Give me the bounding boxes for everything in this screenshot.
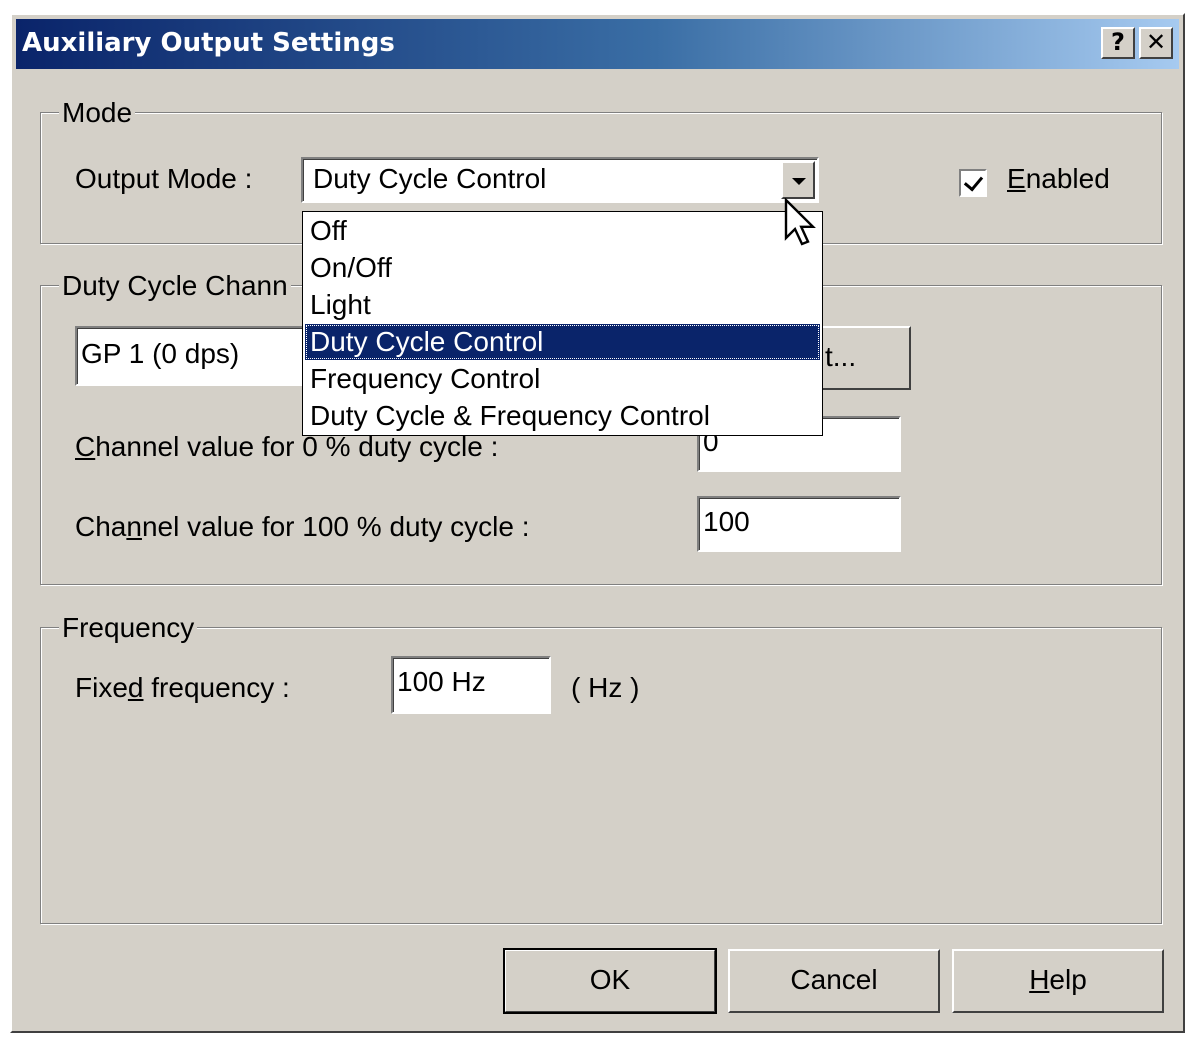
frequency-legend: Frequency [59,612,198,644]
fixed-frequency-value: 100 Hz [397,666,486,697]
option-duty-cycle-frequency-control[interactable]: Duty Cycle & Frequency Control [305,398,820,434]
hundred-duty-label: Channel value for 100 % duty cycle : [75,511,530,542]
help-button[interactable]: Help [952,949,1164,1013]
duty-cycle-legend: Duty Cycle Chann [59,270,291,302]
ok-button[interactable]: OK [503,948,717,1014]
dropdown-arrow-button[interactable] [781,161,815,199]
select-channel-button-label: t... [825,341,857,372]
fixed-frequency-label: Fixed frequency : [75,672,290,703]
close-button[interactable]: ✕ [1139,27,1173,59]
hundred-duty-input[interactable]: 100 [697,496,901,552]
fixed-frequency-input[interactable]: 100 Hz [391,656,551,714]
output-mode-combo[interactable]: Duty Cycle Control [301,157,819,203]
output-mode-dropdown-list[interactable]: Off On/Off Light Duty Cycle Control Freq… [302,211,823,436]
select-channel-button[interactable]: t... [821,326,911,390]
option-on-off[interactable]: On/Off [305,250,820,286]
help-question-button[interactable]: ? [1101,27,1135,59]
output-mode-label: Output Mode : [75,163,253,194]
frequency-group: Frequency Fixed frequency : 100 Hz ( Hz … [40,612,1162,924]
enabled-checkbox[interactable] [959,169,987,197]
channel-select-field[interactable]: GP 1 (0 dps) [75,326,315,386]
dialog-window: Auxiliary Output Settings ? ✕ Mode Outpu… [10,13,1185,1033]
option-frequency-control[interactable]: Frequency Control [305,361,820,397]
output-mode-value: Duty Cycle Control [313,163,547,194]
channel-value: GP 1 (0 dps) [81,338,240,369]
dialog-title: Auxiliary Output Settings [22,28,395,58]
cancel-button[interactable]: Cancel [728,949,940,1013]
title-bar[interactable]: Auxiliary Output Settings ? ✕ [16,19,1179,69]
option-light[interactable]: Light [305,287,820,323]
enabled-label[interactable]: Enabled [1007,163,1110,195]
mouse-pointer-icon [784,198,816,246]
option-duty-cycle-control[interactable]: Duty Cycle Control [305,324,820,360]
frequency-unit: ( Hz ) [571,672,640,703]
hundred-duty-value: 100 [703,506,750,537]
mode-legend: Mode [59,97,136,129]
option-off[interactable]: Off [305,213,820,249]
